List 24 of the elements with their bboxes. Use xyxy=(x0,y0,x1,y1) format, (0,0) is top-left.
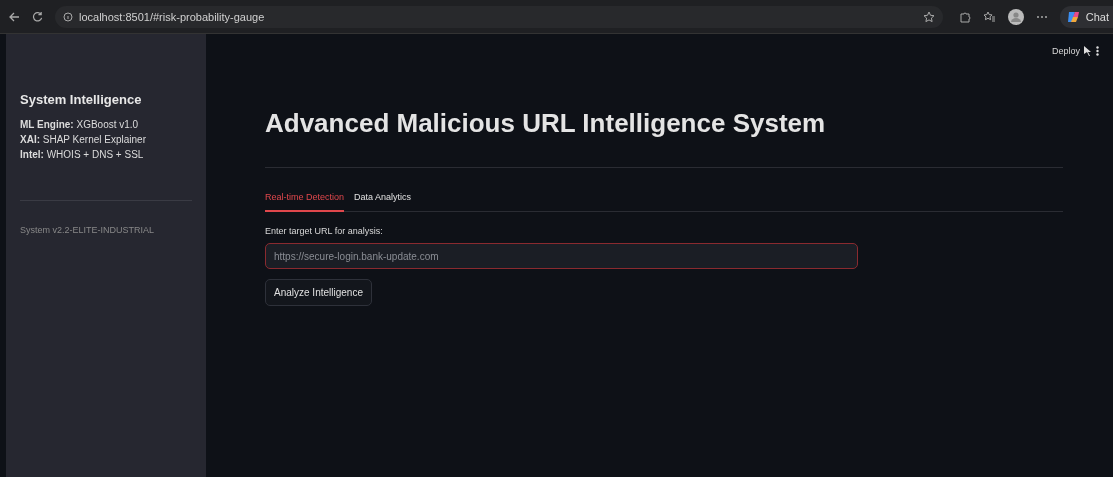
deploy-link[interactable]: Deploy xyxy=(1052,46,1080,56)
sidebar-title: System Intelligence xyxy=(20,92,143,107)
star-icon[interactable] xyxy=(922,10,935,23)
favorites-icon[interactable] xyxy=(982,10,996,23)
field-label: Enter target URL for analysis: xyxy=(265,226,384,236)
back-icon[interactable] xyxy=(8,10,20,23)
page-title: Advanced Malicious URL Intelligence System xyxy=(265,108,827,139)
address-bar[interactable]: localhost:8501/#risk-probability-gauge xyxy=(55,5,943,28)
info-icon[interactable] xyxy=(63,11,73,22)
reload-icon[interactable] xyxy=(32,11,43,22)
menu-icon[interactable] xyxy=(1096,46,1099,56)
cursor-icon xyxy=(1084,46,1092,56)
more-icon[interactable] xyxy=(1035,14,1048,19)
url-input-field[interactable]: https://secure-login.bank-update.com xyxy=(265,243,858,269)
analyze-button[interactable]: Analyze Intelligence xyxy=(265,279,372,306)
sidebar-text: ML Engine: XGBoost v1.0 xyxy=(20,118,140,132)
sidebar-text: Intel: WHOIS + DNS + SSL xyxy=(20,148,145,162)
avatar-icon[interactable] xyxy=(1007,8,1024,25)
tab[interactable]: Real-time Detection xyxy=(265,192,345,212)
tab[interactable]: Data Analytics xyxy=(354,192,412,212)
sidebar-text: XAI: SHAP Kernel Explainer xyxy=(20,133,147,147)
version-text: System v2.2-ELITE-INDUSTRIAL xyxy=(20,225,156,235)
url-text: localhost:8501/#risk-probability-gauge xyxy=(79,10,265,23)
chat-button[interactable]: Chat xyxy=(1059,5,1113,28)
